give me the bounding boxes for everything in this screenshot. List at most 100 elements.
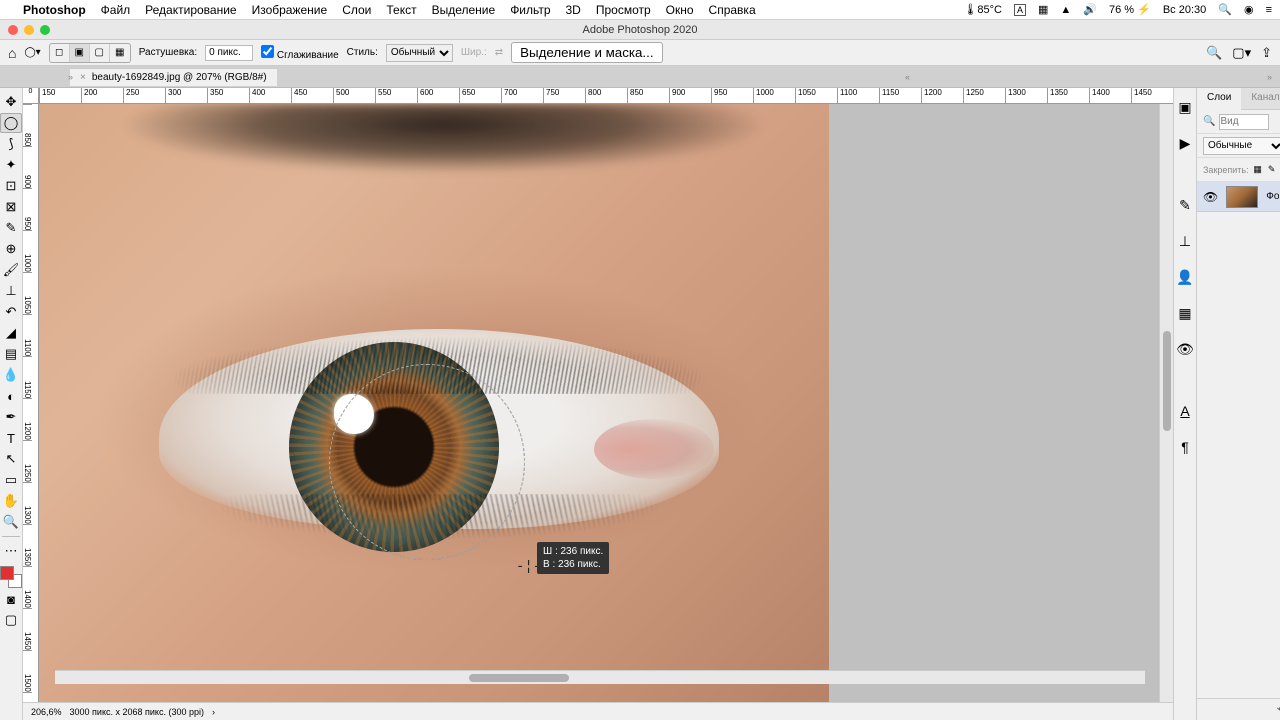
- paragraph-panel-icon[interactable]: ¶: [1174, 436, 1196, 458]
- menu-help[interactable]: Справка: [709, 3, 756, 17]
- vertical-scrollbar[interactable]: [1159, 104, 1173, 702]
- menu-text[interactable]: Текст: [386, 3, 416, 17]
- brush-panel-icon[interactable]: ✎: [1174, 194, 1196, 216]
- ruler-origin[interactable]: 0: [23, 88, 39, 104]
- menu-filter[interactable]: Фильтр: [510, 3, 550, 17]
- feather-input[interactable]: [205, 45, 253, 61]
- window-titlebar: Adobe Photoshop 2020: [0, 20, 1280, 40]
- panel-menu-icon[interactable]: »: [1267, 72, 1272, 82]
- vertical-ruler[interactable]: 8509009501000105011001150120012501300135…: [23, 104, 39, 702]
- pen-tool-icon[interactable]: ✒: [0, 407, 22, 427]
- elliptical-marquee-selection: [329, 364, 525, 560]
- people-panel-icon[interactable]: 👤: [1174, 266, 1196, 288]
- minimize-window-button[interactable]: [24, 25, 34, 35]
- eraser-tool-icon[interactable]: ◢: [0, 323, 22, 343]
- frame-tool-icon[interactable]: ⊠: [0, 197, 22, 217]
- swap-wh-icon: ⇄: [495, 47, 503, 58]
- doc-dimensions: 3000 пикс. x 2068 пикс. (300 ppi): [70, 707, 204, 717]
- history-brush-tool-icon[interactable]: ↶: [0, 302, 22, 322]
- blend-mode-select[interactable]: Обычные: [1203, 137, 1280, 155]
- style-select[interactable]: Обычный: [386, 44, 453, 62]
- history-panel-icon[interactable]: ▣: [1174, 96, 1196, 118]
- visibility-toggle-icon[interactable]: 👁: [1203, 190, 1218, 204]
- tab-channels[interactable]: Каналы: [1241, 88, 1280, 109]
- menu-layers[interactable]: Слои: [342, 3, 371, 17]
- select-and-mask-button[interactable]: Выделение и маска...: [511, 42, 662, 63]
- zoom-level[interactable]: 206,6%: [31, 707, 62, 717]
- volume-icon[interactable]: 🔊: [1083, 3, 1097, 16]
- horizontal-scrollbar[interactable]: [55, 670, 1145, 684]
- horizontal-ruler[interactable]: 1502002503003504004505005506006507007508…: [39, 88, 1173, 104]
- crop-tool-icon[interactable]: ⊡: [0, 176, 22, 196]
- quickmask-icon[interactable]: ◙: [0, 589, 22, 609]
- blur-tool-icon[interactable]: 💧: [0, 365, 22, 385]
- lock-trans-icon[interactable]: ▦: [1253, 165, 1263, 175]
- eyedropper-tool-icon[interactable]: ✎: [0, 218, 22, 238]
- selection-intersect-icon[interactable]: ▦: [110, 44, 130, 62]
- menu-image[interactable]: Изображение: [252, 3, 328, 17]
- menu-3d[interactable]: 3D: [566, 3, 581, 17]
- maximize-window-button[interactable]: [40, 25, 50, 35]
- brush-tool-icon[interactable]: 🖌: [0, 260, 22, 280]
- siri-icon[interactable]: ◉: [1244, 3, 1254, 16]
- screenmode-icon[interactable]: ▢: [0, 610, 22, 630]
- lasso-tool-icon[interactable]: ⟆: [0, 134, 22, 154]
- workspace-icon[interactable]: ▢▾: [1232, 45, 1251, 61]
- close-window-button[interactable]: [8, 25, 18, 35]
- tool-preset-icon[interactable]: ◯▾: [24, 47, 40, 58]
- swatches-panel-icon[interactable]: ▦: [1174, 302, 1196, 324]
- input-icon[interactable]: A: [1014, 4, 1026, 16]
- menu-edit[interactable]: Редактирование: [145, 3, 236, 17]
- actions-panel-icon[interactable]: ▶: [1174, 132, 1196, 154]
- selection-subtract-icon[interactable]: ▢: [90, 44, 110, 62]
- selection-add-icon[interactable]: ▣: [70, 44, 90, 62]
- status-menu-icon[interactable]: ›: [212, 707, 215, 717]
- gradient-tool-icon[interactable]: ▤: [0, 344, 22, 364]
- close-tab-icon[interactable]: ×: [80, 72, 86, 83]
- search-icon[interactable]: 🔍: [1206, 45, 1222, 61]
- layer-filter-input[interactable]: [1219, 114, 1269, 130]
- path-tool-icon[interactable]: ↖: [0, 449, 22, 469]
- search-icon[interactable]: 🔍: [1218, 3, 1232, 16]
- color-swatches[interactable]: [0, 566, 22, 588]
- clock[interactable]: Вс 20:30: [1163, 4, 1206, 16]
- menu-icon[interactable]: ≡: [1266, 4, 1272, 16]
- lock-paint-icon[interactable]: ✎: [1267, 165, 1277, 175]
- wifi-icon[interactable]: ▲: [1060, 4, 1071, 16]
- zoom-tool-icon[interactable]: 🔍: [0, 512, 22, 532]
- canvas[interactable]: -¦- Ш : 236 пикс. В : 236 пикс.: [39, 104, 1159, 702]
- app-name[interactable]: Photoshop: [23, 3, 86, 17]
- menu-select[interactable]: Выделение: [432, 3, 496, 17]
- menu-view[interactable]: Просмотр: [596, 3, 651, 17]
- marquee-tool-icon[interactable]: ◯: [0, 113, 22, 133]
- antialias-checkbox[interactable]: Сглаживание: [261, 45, 339, 61]
- hand-tool-icon[interactable]: ✋: [0, 491, 22, 511]
- style-label: Стиль:: [347, 47, 378, 58]
- share-icon[interactable]: ⇪: [1261, 45, 1272, 61]
- menu-file[interactable]: Файл: [101, 3, 131, 17]
- stamp-tool-icon[interactable]: ⊥: [0, 281, 22, 301]
- selection-new-icon[interactable]: ◻: [50, 44, 70, 62]
- tab-layers[interactable]: Слои: [1197, 88, 1241, 110]
- control-center-icon[interactable]: ▦: [1038, 3, 1048, 16]
- layer-name[interactable]: Фон: [1266, 191, 1280, 202]
- wand-tool-icon[interactable]: ✦: [0, 155, 22, 175]
- link-layers-icon[interactable]: ⟲: [1277, 703, 1280, 716]
- menu-window[interactable]: Окно: [666, 3, 694, 17]
- clone-panel-icon[interactable]: ⊥: [1174, 230, 1196, 252]
- heal-tool-icon[interactable]: ⊕: [0, 239, 22, 259]
- move-tool-icon[interactable]: ✥: [0, 92, 22, 112]
- collapse-icon[interactable]: »: [68, 72, 73, 82]
- preview-panel-icon[interactable]: 👁: [1174, 338, 1196, 360]
- layer-thumbnail[interactable]: [1226, 186, 1258, 208]
- dodge-tool-icon[interactable]: ◐: [0, 386, 22, 406]
- home-button[interactable]: ⌂: [8, 45, 16, 61]
- document-tab[interactable]: × beauty-1692849.jpg @ 207% (RGB/8#): [70, 68, 277, 86]
- type-tool-icon[interactable]: T: [0, 428, 22, 448]
- battery-indicator[interactable]: 76 % ⚡: [1109, 3, 1151, 16]
- collapse-right-icon[interactable]: «: [905, 72, 910, 82]
- character-panel-icon[interactable]: A: [1174, 400, 1196, 422]
- layer-row[interactable]: 👁 Фон 🔒: [1197, 182, 1280, 212]
- shape-tool-icon[interactable]: ▭: [0, 470, 22, 490]
- edit-toolbar-icon[interactable]: ⋯: [0, 541, 22, 561]
